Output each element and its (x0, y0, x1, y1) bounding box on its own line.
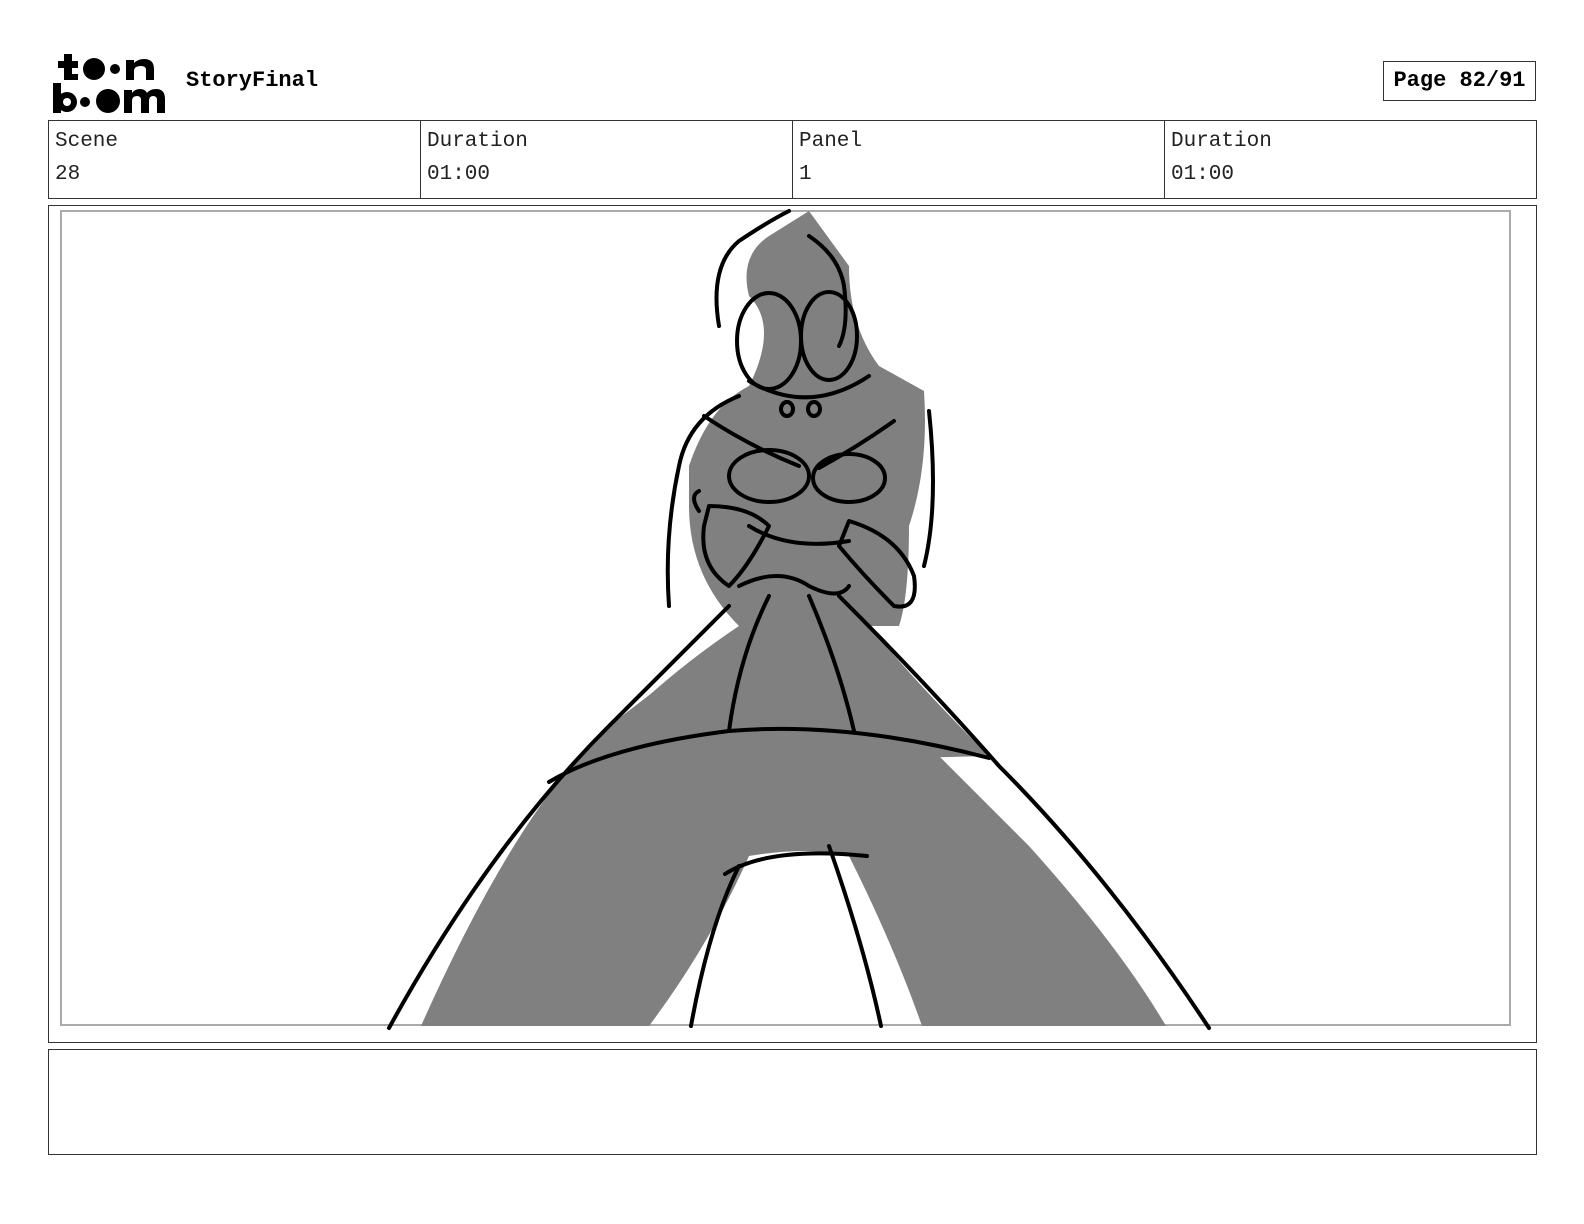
storyboard-sketch (60, 209, 1511, 1030)
sketch-fill-shapes (421, 211, 1166, 1026)
panel-duration-label: Duration (1171, 130, 1272, 153)
panel-notes-box[interactable] (48, 1049, 1537, 1155)
scene-info-row: Scene 28 Duration 01:00 Panel 1 Duration… (48, 120, 1537, 199)
panel-duration-value: 01:00 (1171, 163, 1235, 186)
scene-duration-cell: Duration 01:00 (421, 121, 793, 198)
head-fill (689, 211, 925, 626)
scene-label: Scene (55, 130, 119, 153)
scene-duration-label: Duration (427, 130, 528, 153)
toon-boom-logo (53, 54, 165, 113)
panel-label: Panel (799, 130, 863, 153)
scene-cell: Scene 28 (49, 121, 421, 198)
project-title: StoryFinal (186, 68, 319, 93)
panel-value: 1 (799, 163, 812, 186)
page-number: Page 82/91 (1383, 61, 1536, 101)
storyboard-panel-frame (48, 205, 1537, 1043)
scene-duration-value: 01:00 (427, 163, 491, 186)
panel-cell: Panel 1 (793, 121, 1165, 198)
panel-duration-cell: Duration 01:00 (1165, 121, 1536, 198)
scene-value: 28 (55, 163, 81, 186)
